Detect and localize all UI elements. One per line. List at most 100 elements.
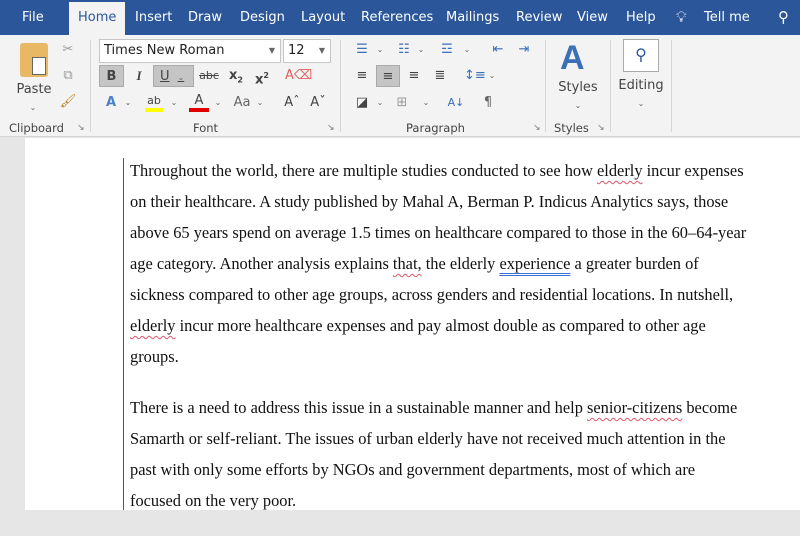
clipboard-group-label: Clipboard	[9, 121, 64, 135]
multilevel-dropdown[interactable]: ⌄	[463, 39, 471, 61]
tab-home[interactable]: Home	[69, 2, 126, 35]
line-spacing-dropdown[interactable]: ⌄	[488, 65, 496, 87]
clear-formatting-icon[interactable]: A⌫	[285, 65, 312, 87]
shrink-font-icon[interactable]: Aˇ	[310, 92, 326, 114]
superscript-button[interactable]: x2	[252, 65, 272, 87]
styles-group-label: Styles	[554, 121, 589, 135]
justify-icon[interactable]: ≣	[430, 65, 450, 87]
tab-references[interactable]: References	[361, 10, 433, 25]
text-line: Samarth or self-reliant. The issues of u…	[130, 423, 746, 454]
underline-button[interactable]: U ⌄	[153, 65, 194, 87]
share-user-icon[interactable]: ⚲	[778, 8, 789, 26]
font-color-icon[interactable]: A	[189, 90, 209, 112]
font-size-select[interactable]: 12 ▼	[283, 39, 331, 63]
text-line: focused on the very poor.	[130, 485, 746, 516]
highlight-icon[interactable]: ab	[145, 90, 163, 112]
tab-design[interactable]: Design	[240, 10, 285, 25]
tab-draw[interactable]: Draw	[188, 10, 222, 25]
underline-label: U	[160, 69, 170, 84]
tab-review[interactable]: Review	[516, 10, 562, 25]
ribbon: Paste ⌄ ✂ ⧉ 🖌︎ Clipboard ↘ Times New Rom…	[0, 35, 800, 137]
highlight-color-swatch	[145, 108, 163, 112]
bullets-dropdown[interactable]: ⌄	[376, 39, 384, 61]
text-run: focused on the very poor.	[130, 491, 297, 510]
tab-help[interactable]: Help	[626, 10, 656, 25]
font-color-swatch	[189, 108, 209, 112]
text-line: Throughout the world, there are multiple…	[130, 155, 746, 186]
change-case-dropdown[interactable]: ⌄	[256, 92, 264, 114]
text-run: There is a need to address this issue in…	[130, 398, 587, 417]
text-run: past with only some efforts by NGOs and …	[130, 460, 696, 479]
highlight-dropdown[interactable]: ⌄	[170, 92, 178, 114]
font-size-value: 12	[288, 43, 305, 58]
tab-layout[interactable]: Layout	[301, 10, 345, 25]
multilevel-list-icon[interactable]: ☲	[437, 39, 457, 61]
strikethrough-button[interactable]: abc	[198, 65, 220, 87]
lightbulb-icon: 💡︎	[676, 8, 687, 26]
styles-dropdown-icon[interactable]: ⌄	[573, 95, 583, 117]
document-body[interactable]: Throughout the world, there are multiple…	[130, 155, 746, 536]
align-right-icon[interactable]: ≡	[404, 65, 424, 87]
spelling-error: elderly	[130, 316, 176, 335]
font-name-select[interactable]: Times New Roman ▼	[99, 39, 281, 63]
tab-view[interactable]: View	[577, 10, 608, 25]
text-run: Throughout the world, there are multiple…	[130, 161, 598, 180]
increase-indent-icon[interactable]: ⇥	[514, 39, 534, 61]
text-run: become	[682, 398, 738, 417]
copy-icon[interactable]: ⧉	[58, 65, 78, 87]
paragraph-launcher-icon[interactable]: ↘	[533, 123, 541, 133]
text-run: incur more healthcare expenses and pay a…	[175, 316, 706, 335]
font-color-dropdown[interactable]: ⌄	[214, 92, 222, 114]
styles-icon[interactable]: A	[560, 39, 585, 78]
text-line: on their healthcare. A study published b…	[130, 186, 746, 217]
tab-file[interactable]: File	[22, 10, 44, 25]
borders-icon[interactable]: ⊞	[392, 92, 412, 114]
text-run: a greater burden of	[570, 254, 699, 273]
bullets-icon[interactable]: ☰	[352, 39, 372, 61]
show-formatting-button[interactable]: ¶	[478, 92, 498, 114]
line-spacing-icon[interactable]: ↕≡	[464, 65, 486, 87]
font-name-value: Times New Roman	[104, 43, 225, 58]
format-painter-icon[interactable]: 🖌︎	[58, 91, 78, 113]
find-search-icon[interactable]: ⚲	[623, 39, 659, 72]
text-line: age category. Another analysis explains …	[130, 248, 746, 279]
spelling-error: senior-citizens	[587, 398, 683, 417]
editing-dropdown-icon[interactable]: ⌄	[636, 93, 646, 115]
text-run: Samarth or self-reliant. The issues of u…	[130, 429, 726, 448]
grammar-error: experience	[499, 254, 571, 273]
align-left-icon[interactable]: ≡	[352, 65, 372, 87]
borders-dropdown[interactable]: ⌄	[422, 92, 430, 114]
paste-icon[interactable]	[20, 43, 48, 77]
spelling-error: that,	[392, 254, 422, 273]
text-run: incur expenses	[642, 161, 744, 180]
tab-insert[interactable]: Insert	[135, 10, 172, 25]
text-effects-dropdown[interactable]: ⌄	[124, 92, 132, 114]
shading-icon[interactable]: ◪	[352, 92, 372, 114]
spelling-error: elderly	[597, 161, 643, 180]
sort-icon[interactable]: A↓	[446, 92, 466, 114]
paste-dropdown-icon[interactable]: ⌄	[28, 97, 38, 119]
numbering-icon[interactable]: ☷	[394, 39, 414, 61]
subscript-button[interactable]: x2	[226, 65, 246, 87]
paragraph[interactable]: Throughout the world, there are multiple…	[130, 155, 746, 372]
text-effects-icon[interactable]: A	[102, 92, 120, 114]
text-run: age category. Another analysis explains	[130, 254, 393, 273]
numbering-dropdown[interactable]: ⌄	[417, 39, 425, 61]
text-line: sickness compared to other age groups, a…	[130, 279, 746, 310]
clipboard-launcher-icon[interactable]: ↘	[77, 123, 85, 133]
tab-mailings[interactable]: Mailings	[446, 10, 499, 25]
text-line: above 65 years spend on average 1.5 time…	[130, 217, 746, 248]
shading-dropdown[interactable]: ⌄	[376, 92, 384, 114]
italic-button[interactable]: I	[129, 65, 149, 87]
decrease-indent-icon[interactable]: ⇤	[488, 39, 508, 61]
tell-me-search[interactable]: Tell me	[704, 10, 750, 25]
align-center-icon[interactable]: ≡	[376, 65, 400, 87]
text-line: past with only some efforts by NGOs and …	[130, 454, 746, 485]
styles-launcher-icon[interactable]: ↘	[597, 123, 605, 133]
cut-icon[interactable]: ✂	[58, 39, 78, 61]
change-case-button[interactable]: Aa	[232, 92, 252, 114]
paragraph[interactable]: There is a need to address this issue in…	[130, 392, 746, 516]
font-launcher-icon[interactable]: ↘	[327, 123, 335, 133]
bold-button[interactable]: B	[99, 65, 124, 87]
grow-font-icon[interactable]: Aˆ	[284, 92, 300, 114]
